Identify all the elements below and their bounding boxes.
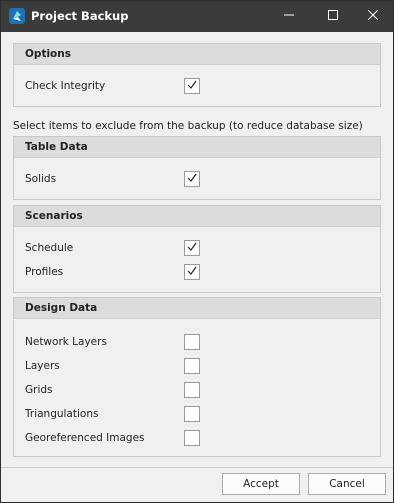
footer-separator (1, 467, 393, 468)
layers-label: Layers (25, 360, 60, 372)
checkmark-icon (187, 242, 197, 255)
title-bar[interactable]: Project Backup (1, 1, 393, 32)
maximize-button[interactable] (311, 1, 355, 32)
georeferenced-images-label: Georeferenced Images (25, 432, 145, 444)
profiles-checkbox[interactable] (184, 264, 200, 280)
exclude-instruction: Select items to exclude from the backup … (13, 120, 363, 132)
app-icon (9, 8, 25, 24)
option-row-check-integrity: Check Integrity (14, 77, 380, 99)
table-data-header: Table Data (14, 137, 380, 158)
close-icon (367, 9, 379, 23)
grids-label: Grids (25, 384, 53, 396)
solids-checkbox[interactable] (184, 171, 200, 187)
check-integrity-label: Check Integrity (25, 80, 106, 92)
design-data-group: Design Data Network Layers Layers Grids … (13, 297, 381, 457)
checkmark-icon (187, 80, 197, 93)
close-button[interactable] (351, 1, 394, 32)
design-data-row-layers: Layers (14, 357, 380, 379)
checkmark-icon (187, 173, 197, 186)
dialog-content: Options Check Integrity Select items to … (1, 32, 393, 502)
options-header: Options (14, 44, 380, 65)
table-data-group: Table Data Solids (13, 136, 381, 200)
triangulations-checkbox[interactable] (184, 406, 200, 422)
design-data-row-grids: Grids (14, 381, 380, 403)
project-backup-dialog: Project Backup Options Check Integrity S… (0, 0, 394, 503)
options-group: Options Check Integrity (13, 43, 381, 107)
check-integrity-checkbox[interactable] (184, 78, 200, 94)
grids-checkbox[interactable] (184, 382, 200, 398)
scenarios-group: Scenarios Schedule Profiles (13, 205, 381, 293)
schedule-checkbox[interactable] (184, 240, 200, 256)
schedule-label: Schedule (25, 242, 74, 254)
scenarios-row-schedule: Schedule (14, 239, 380, 261)
design-data-row-triangulations: Triangulations (14, 405, 380, 427)
minimize-icon (284, 10, 294, 23)
maximize-icon (328, 10, 338, 23)
minimize-button[interactable] (267, 1, 311, 32)
scenarios-row-profiles: Profiles (14, 263, 380, 285)
scenarios-header: Scenarios (14, 206, 380, 227)
network-layers-label: Network Layers (25, 336, 107, 348)
table-data-row-solids: Solids (14, 170, 380, 192)
design-data-row-georeferenced-images: Georeferenced Images (14, 429, 380, 451)
checkmark-icon (187, 266, 197, 279)
design-data-header: Design Data (14, 298, 380, 319)
cancel-button[interactable]: Cancel (308, 473, 386, 495)
window-title: Project Backup (31, 9, 129, 23)
design-data-row-network-layers: Network Layers (14, 333, 380, 355)
triangulations-label: Triangulations (25, 408, 99, 420)
layers-checkbox[interactable] (184, 358, 200, 374)
georeferenced-images-checkbox[interactable] (184, 430, 200, 446)
network-layers-checkbox[interactable] (184, 334, 200, 350)
profiles-label: Profiles (25, 266, 64, 278)
solids-label: Solids (25, 173, 57, 185)
accept-button[interactable]: Accept (222, 473, 300, 495)
